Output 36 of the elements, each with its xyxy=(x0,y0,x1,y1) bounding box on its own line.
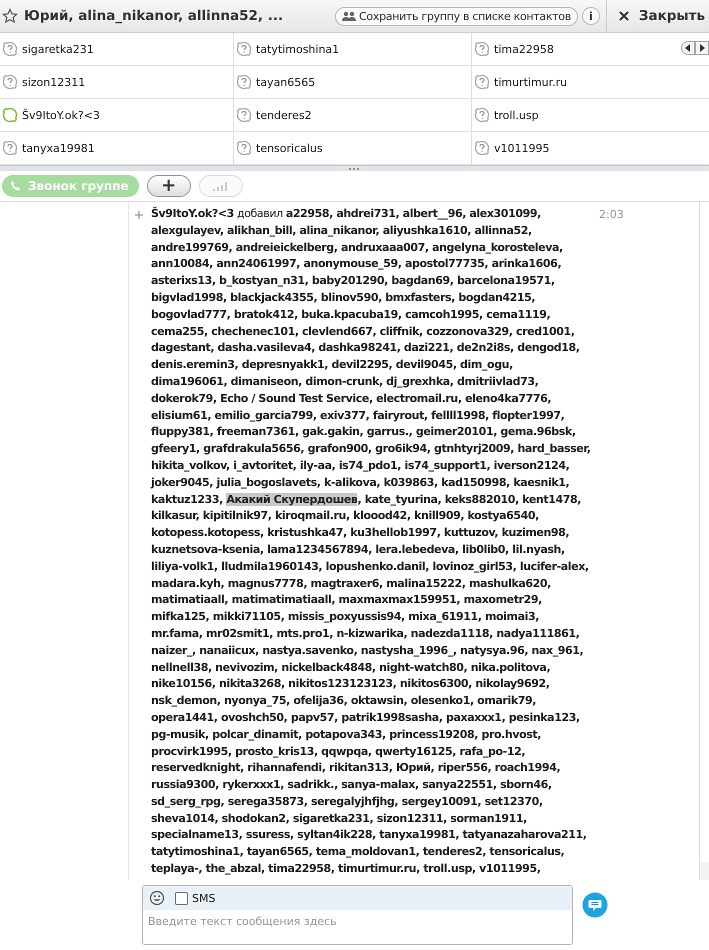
people-icon xyxy=(342,11,356,21)
contact-name[interactable]: troll.usp xyxy=(494,108,539,122)
add-button[interactable]: + xyxy=(146,175,191,197)
contact-name[interactable]: tensoricalus xyxy=(256,142,323,154)
contact-name[interactable]: tima22958 xyxy=(494,42,554,56)
sms-label: SMS xyxy=(192,892,216,904)
window-title: Юрий, alina_nikanor, allinna52, ... xyxy=(24,8,284,24)
contact-name[interactable]: timurtimur.ru xyxy=(494,76,568,88)
contact-name[interactable]: tayan6565 xyxy=(256,76,316,88)
plus-icon[interactable] xyxy=(135,211,143,219)
contact-name[interactable]: tanyxa19981 xyxy=(22,142,95,154)
star-icon[interactable] xyxy=(2,8,18,24)
sms-checkbox[interactable] xyxy=(175,892,188,904)
save-group-button[interactable]: Сохранить группу в списке контактов xyxy=(335,6,578,26)
previous-page-button[interactable] xyxy=(681,41,695,55)
phone-icon xyxy=(10,180,22,192)
contact-name[interactable]: tenderes2 xyxy=(256,108,312,122)
send-button[interactable] xyxy=(582,892,608,918)
right-triangle-icon xyxy=(699,44,705,52)
close-button[interactable]: Закрыть xyxy=(606,0,709,32)
scrollbar[interactable] xyxy=(699,202,709,880)
message-field[interactable]: SMS Введите текст сообщения здесь xyxy=(142,885,573,945)
resize-handle[interactable] xyxy=(348,168,360,170)
message-text: Šv9ItoY.ok?<3 добавил a22958, ahdrei731, albert__96, alex301099, alexgulayev, alikhan_bill, alina_nikanor, aliyushka1610, allinna52, andre199769, andreieickelberg, andruxaaa007, angelyna_korosteleva, ann10084, ann24061997, anonymouse_59, apostol77735, arinka1606, asterixs13, b_kostyan_n31, baby201290, bagdan69, barcelona19571, bigvlad1998, blackjack4355, blinov590, bmxfasters, bogdan4215, bogovlad777, bratok412, buka.kpacuba19, camcoh1995, cema1119, cema255, chechenec101, clevlend667, cliffnik, cozzonova329, cred1001, dagestant, dasha.vasileva4, dashka98241, dazi221, de2n2i8s, dengod18, denis.eremin3, depresnyakk1, devil2295, devil9045, dim_ogu, dima196061, dimaniseon, dimon-crunk, dj_grexhka, dmitriivlad73, dokerok79, Echo / Sound Test Service, electromail.ru, eleno4ka7776, elisium61, emilio_garcia799, exiv377, fairyrout, fellll1998, flopter1997, fluppy381, freeman7361, gak.gakin, garrus., geimer20101, gema.96bsk, gfeery1, grafdrakula5656, grafon900, gro6ik94, gtnhtyrj2009, hard_basser, hikita_volkov, i_avtoritet, ily-aa, is74_pdo1, is74_support1, iverson2124, joker9045, julia_bogoslavets, k-alikova, k039863, kad150998, kaesnik1, kaktuz1233, Акакий Скупердошев, kate_tyurina, keks882010, kent1478, kilkasur, kipitilnik97, kiroqmail.ru, kloood42, knill909, kostya6540, kotopess.kotopess, kristushka47, ku3hellob1997, kuttuzov, kuzimen98, kuznetsova-ksenia, lama1234567894, lera.lebedeva, lib0lib0, lil.nyash, liliya-volk1, lludmila1960143, lopushenko.danil, lovinoz_girl53, lucifer-alex, madara.kyh, magnus7778, magtraxer6, malina15222, mashulka620, matimatiaall, matimatimatiaall, maxmaxmax159951, maxometr29, mifka125, mikki71105, missis_poxyussis94, mixa_61911, moimai3, mr.fama, mr02smit1, mts.pro1, n-kizwarika, nadezda1118, nadya111861, naizer_, nanaiicux, nastya.savenko, nastysha_1996_, natysya.96, nax_961, nellnell38, nevivozim, nickelback4848, night-watch80, nika.politova, nike10156, nikita3268, nikitos123123123, nikitos6300, nikolay9692, nsk_demon, nyonya_75, ofelija36, oktawsin, olesenko1, omarik79, opera1441, ovoshch50, papv57, patrik1998sasha, paxaxxx1, pesinka123, pg-musik, polcar_dinamit, potapova343, princess19208, pro.hvost, procvirk1995, prosto_kris13, qqwpqa, qwerty16125, rafa_po-12, reservedknight, rihannafendi, rikitan313, Юрий, riper556, roach1994, russia9300, rykerxxx1, sadrikk., sanya-malax, sanya22551, sborn46, sd_serg_rpg, serega35873, seregalyjhfjhg, sergey10091, set12370, sheva1014, shodokan2, sigaretka231, sizon12311, sorman1911, specialname13, ssuress, syltan4ik228, tanyxa19981, tatyanazaharova211, tatytimoshina1, tayan6565, tema_moldovan1, tenderes2, tensoricalus, teplaya-, the_abzal, tima22958, timurtimur.ru, troll.usp, v1011995, xyxy=(151,206,591,878)
contact-name[interactable]: sigaretka231 xyxy=(22,42,94,56)
close-icon xyxy=(618,11,629,21)
message-time: 2:03 xyxy=(599,207,624,223)
smiley-icon[interactable] xyxy=(149,890,165,906)
contact-name[interactable]: sizon12311 xyxy=(22,76,86,88)
left-triangle-icon xyxy=(685,44,691,52)
info-button[interactable]: i xyxy=(582,7,600,25)
contact-name[interactable]: tatytimoshina1 xyxy=(256,42,340,56)
contact-name[interactable]: Šv9ItoY.ok?<3 xyxy=(22,108,100,122)
contact-name[interactable]: v1011995 xyxy=(494,142,550,154)
next-page-button[interactable] xyxy=(695,41,709,55)
signal-bars-icon xyxy=(212,181,230,191)
